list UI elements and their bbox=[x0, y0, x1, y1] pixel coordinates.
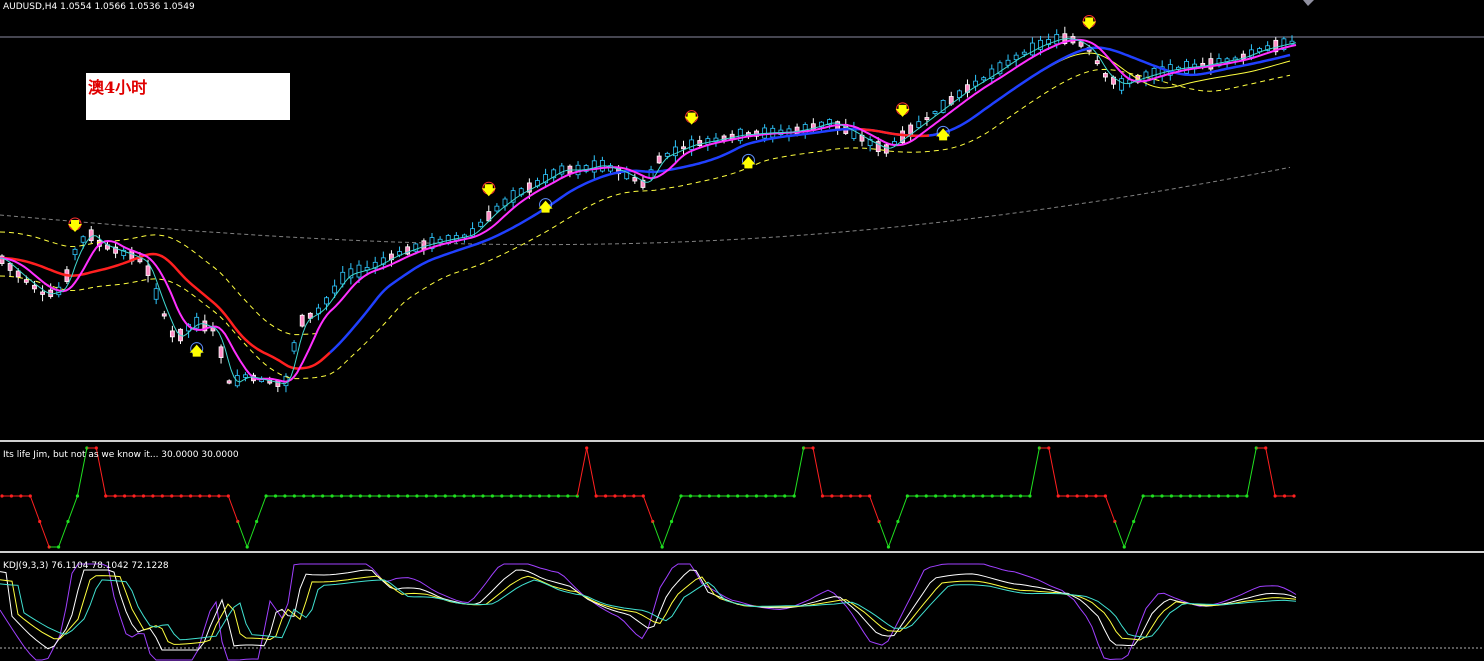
candle-body bbox=[656, 155, 662, 164]
candle-body bbox=[883, 144, 889, 154]
candle-body bbox=[340, 271, 346, 285]
candle-body bbox=[324, 297, 329, 305]
candle-body bbox=[1021, 51, 1027, 55]
candle-body bbox=[161, 313, 167, 317]
candle-body bbox=[1054, 34, 1060, 45]
candle-body bbox=[72, 248, 78, 256]
candle-body bbox=[32, 284, 37, 290]
candle-body bbox=[421, 240, 427, 250]
candle-body bbox=[1143, 71, 1149, 81]
candle bbox=[299, 313, 305, 328]
candle-body bbox=[1005, 59, 1011, 66]
candle-body bbox=[332, 285, 338, 294]
note-text: 澳4小时 bbox=[88, 78, 148, 97]
candle-body bbox=[1013, 54, 1019, 61]
candle-body bbox=[689, 139, 695, 150]
candle-body bbox=[88, 229, 94, 242]
candle-body bbox=[932, 111, 938, 114]
candle-body bbox=[494, 205, 500, 212]
candle-body bbox=[299, 314, 305, 327]
candle-body bbox=[1094, 60, 1100, 65]
candle-body bbox=[15, 270, 21, 278]
candle-body bbox=[153, 288, 159, 300]
note-box: 澳4小时 bbox=[86, 73, 290, 120]
candle-body bbox=[80, 236, 86, 243]
candle-body bbox=[40, 291, 45, 295]
candle-body bbox=[226, 380, 232, 384]
candle-body bbox=[242, 374, 248, 378]
candle-body bbox=[1102, 73, 1108, 78]
candle-body bbox=[218, 346, 224, 358]
candle-body bbox=[591, 160, 597, 173]
candle-body bbox=[169, 330, 175, 338]
candle-body bbox=[1119, 78, 1125, 91]
oscillator-label: Its life Jim, but not as we know it... 3… bbox=[3, 450, 239, 460]
kdj-label: KDJ(9,3,3) 76.1104 78.1042 72.1228 bbox=[3, 561, 169, 571]
candle-body bbox=[478, 221, 484, 227]
candle-body bbox=[916, 121, 922, 129]
candle-body bbox=[1029, 42, 1035, 56]
candle-body bbox=[356, 264, 362, 278]
candle-body bbox=[23, 279, 29, 283]
candle-body bbox=[145, 265, 151, 276]
candle-body bbox=[681, 146, 686, 150]
candle-body bbox=[924, 117, 930, 121]
candle-body bbox=[705, 138, 711, 145]
candle bbox=[997, 60, 1003, 76]
candle-body bbox=[981, 77, 987, 81]
candle bbox=[1184, 58, 1189, 75]
oscillator-point bbox=[1292, 494, 1296, 498]
candle-body bbox=[291, 342, 297, 352]
candle-body bbox=[632, 177, 638, 182]
candle-body bbox=[1208, 58, 1214, 70]
chart-title: AUDUSD,H4 1.0554 1.0566 1.0536 1.0549 bbox=[3, 2, 195, 12]
candle-body bbox=[664, 152, 670, 157]
